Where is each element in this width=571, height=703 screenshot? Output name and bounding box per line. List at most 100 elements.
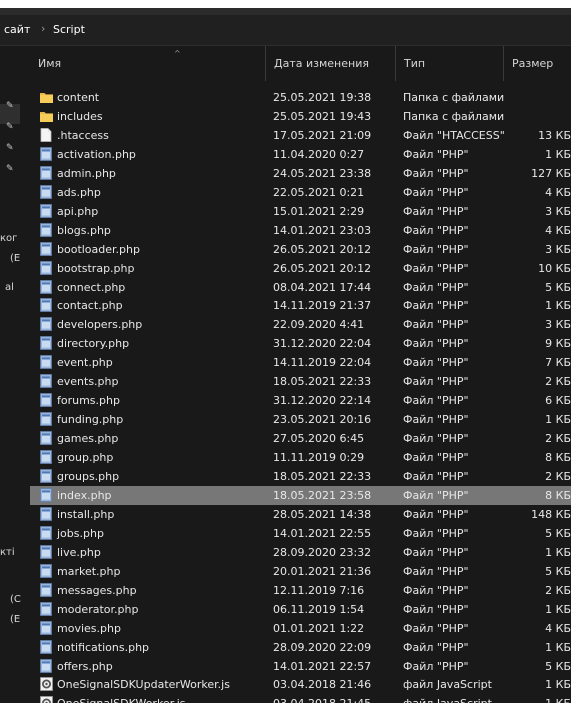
file-row[interactable]: OneSignalSDKWorker.js 03.04.2018 21:45 фай…: [30, 694, 571, 703]
file-type: Файл "PHP": [403, 545, 469, 559]
php-file-icon: [40, 317, 52, 332]
file-name: games.php: [57, 432, 119, 446]
file-name: market.php: [57, 564, 121, 578]
file-row[interactable]: moderator.php 06.11.2019 1:54 Файл "PHP" 1 …: [30, 600, 571, 619]
file-row[interactable]: market.php 20.01.2021 21:36 Файл "PHP" 5 КБ: [30, 562, 571, 581]
file-type: Файл "PHP": [403, 280, 469, 294]
php-file-icon: [40, 355, 52, 370]
file-row[interactable]: offers.php 14.01.2021 22:57 Файл "PHP" 5 КБ: [30, 657, 571, 676]
column-header-type-label: Тип: [404, 57, 426, 70]
file-row[interactable]: includes 25.05.2021 19:43 Папка с файлами: [30, 107, 571, 126]
file-row[interactable]: .htaccess 17.05.2021 21:09 Файл "HTACCESS"…: [30, 126, 571, 145]
nav-item-fragment[interactable]: (C: [10, 594, 21, 605]
nav-item-fragment[interactable]: кті: [0, 547, 15, 558]
php-file-icon: [40, 279, 52, 294]
column-header-name[interactable]: ^ Имя: [30, 46, 266, 81]
file-name: contact.php: [57, 299, 123, 313]
php-file-icon: [40, 412, 52, 427]
breadcrumb-chevron-icon: ›: [41, 22, 46, 35]
nav-item-fragment[interactable]: (E: [10, 253, 20, 264]
file-row[interactable]: group.php 11.11.2019 0:29 Файл "PHP" 8 КБ: [30, 448, 571, 467]
file-modified-date: 06.11.2019 1:54: [273, 602, 365, 616]
file-row[interactable]: directory.php 31.12.2020 22:04 Файл "PHP" 9…: [30, 334, 571, 353]
file-name: offers.php: [57, 659, 113, 673]
file-type: Файл "PHP": [403, 451, 469, 465]
php-file-icon: [40, 488, 52, 502]
file-row[interactable]: contact.php 14.11.2019 21:37 Файл "PHP" 1 К…: [30, 296, 571, 315]
nav-item-fragment[interactable]: (E: [10, 614, 20, 625]
file-modified-date: 03.04.2018 21:45: [273, 694, 371, 703]
file-row[interactable]: ads.php 22.05.2021 0:21 Файл "PHP" 4 КБ: [30, 183, 571, 202]
column-header-date[interactable]: Дата изменения: [266, 46, 396, 81]
pin-icon: ✎: [6, 101, 14, 111]
breadcrumb-current[interactable]: Script: [53, 23, 85, 36]
file-size: 3 КБ: [545, 318, 571, 332]
file-modified-date: 14.11.2019 21:37: [273, 299, 372, 313]
file-row[interactable]: live.php 28.09.2020 23:32 Файл "PHP" 1 КБ: [30, 543, 571, 562]
file-size: 5 КБ: [545, 280, 571, 294]
php-file-icon: [40, 203, 52, 218]
file-size: 1 КБ: [545, 694, 571, 703]
file-name: jobs.php: [57, 526, 104, 540]
file-modified-date: 18.05.2021 22:33: [273, 375, 372, 389]
file-row[interactable]: activation.php 11.04.2020 0:27 Файл "PHP" 1…: [30, 145, 571, 164]
file-row[interactable]: index.php 18.05.2021 23:58 Файл "PHP" 8 КБ: [30, 485, 571, 505]
file-size: 2 КБ: [545, 432, 571, 446]
file-row[interactable]: bootloader.php 26.05.2021 20:12 Файл "PHP"…: [30, 240, 571, 259]
file-row[interactable]: OneSignalSDKUpdaterWorker.js 03.04.2018 2…: [30, 675, 571, 694]
file-name: content: [57, 91, 100, 104]
file-row[interactable]: bootstrap.php 26.05.2021 20:12 Файл "PHP" 1…: [30, 259, 571, 278]
file-row[interactable]: groups.php 18.05.2021 22:33 Файл "PHP" 2 КБ: [30, 467, 571, 486]
file-name: bootstrap.php: [57, 261, 135, 275]
file-row[interactable]: api.php 15.01.2021 2:29 Файл "PHP" 3 КБ: [30, 202, 571, 221]
file-row[interactable]: blogs.php 14.01.2021 23:03 Файл "PHP" 4 КБ: [30, 221, 571, 240]
breadcrumb-parent[interactable]: сайт: [4, 23, 30, 36]
file-row[interactable]: admin.php 24.05.2021 23:38 Файл "PHP" 127 К…: [30, 164, 571, 183]
file-row[interactable]: funding.php 23.05.2021 20:16 Файл "PHP" 1 К…: [30, 410, 571, 429]
navigation-pane[interactable]: ✎ ✎ ✎ ✎ ког (E al кті (C (E: [0, 46, 22, 703]
folder-icon: [40, 109, 53, 123]
file-modified-date: 17.05.2021 21:09: [273, 128, 372, 142]
file-size: 6 КБ: [545, 394, 571, 408]
file-type: Файл "PHP": [403, 640, 469, 654]
file-type: Файл "PHP": [403, 147, 469, 161]
file-name: OneSignalSDKWorker.js: [57, 694, 186, 703]
file-type: Файл "PHP": [403, 583, 469, 597]
file-row[interactable]: install.php 28.05.2021 14:38 Файл "PHP" 148…: [30, 505, 571, 524]
file-row[interactable]: games.php 27.05.2020 6:45 Файл "PHP" 2 КБ: [30, 429, 571, 448]
file-modified-date: 11.04.2020 0:27: [273, 147, 365, 161]
file-type: Файл "PHP": [403, 185, 469, 199]
file-size: 3 КБ: [545, 242, 571, 256]
file-row[interactable]: jobs.php 14.01.2021 22:55 Файл "PHP" 5 КБ: [30, 524, 571, 543]
file-modified-date: 22.05.2021 0:21: [273, 185, 365, 199]
file-row[interactable]: notifications.php 28.09.2020 22:09 Файл "P…: [30, 638, 571, 657]
php-file-icon: [40, 222, 52, 237]
file-name: forums.php: [57, 394, 120, 408]
file-type: Файл "PHP": [403, 470, 469, 483]
file-modified-date: 03.04.2018 21:46: [273, 678, 372, 692]
nav-item-fragment[interactable]: al: [5, 282, 14, 293]
php-file-icon: [40, 582, 52, 597]
file-row[interactable]: events.php 18.05.2021 22:33 Файл "PHP" 2 КБ: [30, 372, 571, 391]
file-row[interactable]: messages.php 12.11.2019 7:16 Файл "PHP" 2 К…: [30, 581, 571, 600]
file-modified-date: 14.01.2021 22:55: [273, 526, 372, 540]
file-row[interactable]: developers.php 22.09.2020 4:41 Файл "PHP" 3…: [30, 315, 571, 334]
file-name: index.php: [57, 488, 112, 502]
file-row[interactable]: forums.php 31.12.2020 22:14 Файл "PHP" 6 КБ: [30, 391, 571, 410]
file-row[interactable]: event.php 14.11.2019 22:04 Файл "PHP" 7 КБ: [30, 353, 571, 372]
js-file-icon: [40, 677, 53, 692]
column-header-size[interactable]: Размер: [504, 46, 571, 81]
file-type: Файл "PHP": [403, 375, 469, 389]
file-name: group.php: [57, 451, 114, 465]
file-modified-date: 23.05.2021 20:16: [273, 413, 372, 427]
file-name: .htaccess: [57, 128, 109, 142]
file-name: notifications.php: [57, 640, 150, 654]
file-name: activation.php: [57, 147, 136, 161]
address-bar[interactable]: сайт › Script: [0, 15, 571, 46]
file-row[interactable]: movies.php 01.01.2021 1:22 Файл "PHP" 4 КБ: [30, 619, 571, 638]
php-file-icon: [40, 165, 52, 180]
nav-item-fragment[interactable]: ког: [0, 233, 17, 244]
column-header-type[interactable]: Тип: [396, 46, 504, 81]
file-row[interactable]: content 25.05.2021 19:38 Папка с файлами: [30, 88, 571, 107]
file-row[interactable]: connect.php 08.04.2021 17:44 Файл "PHP" 5 К…: [30, 278, 571, 297]
